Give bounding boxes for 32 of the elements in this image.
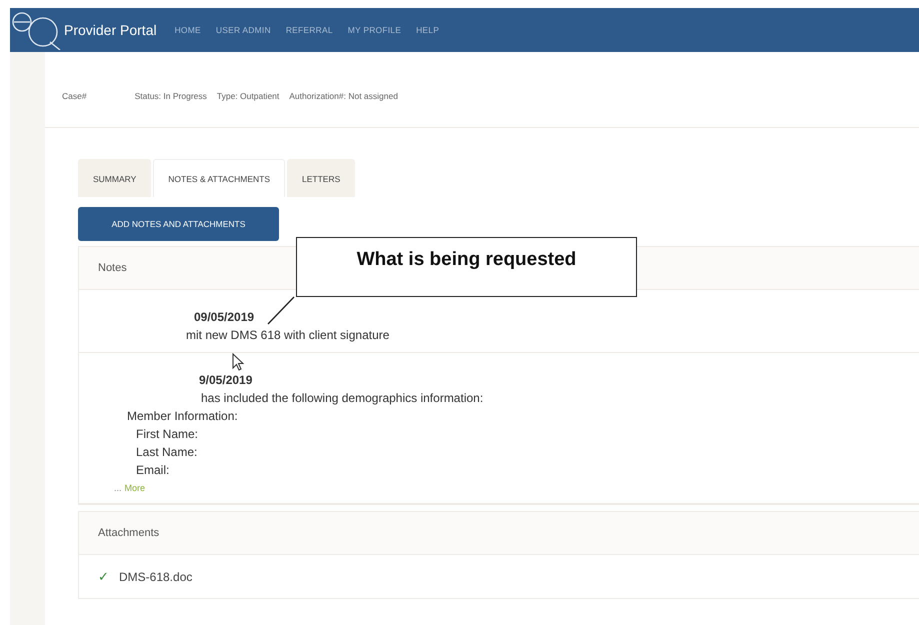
brand-title: Provider Portal bbox=[64, 22, 157, 38]
tab[interactable]: LETTERS bbox=[287, 159, 356, 197]
tab[interactable]: SUMMARY bbox=[78, 159, 152, 197]
ellipsis: ... bbox=[114, 483, 122, 493]
note-text: has included the following demographics information: bbox=[201, 391, 484, 405]
note-text: Last Name: bbox=[136, 445, 198, 459]
nav-link[interactable]: HOME bbox=[174, 25, 201, 35]
more-link[interactable]: More bbox=[124, 483, 146, 493]
note-text: First Name: bbox=[136, 427, 198, 441]
case-field: Case# bbox=[62, 91, 87, 101]
case-field: Status: In Progress bbox=[134, 91, 207, 101]
nav-link[interactable]: HELP bbox=[416, 25, 440, 35]
note-date: 9/05/2019 bbox=[199, 373, 252, 387]
note-date: 09/05/2019 bbox=[194, 310, 254, 324]
nav-link[interactable]: USER ADMIN bbox=[216, 25, 271, 35]
nav-link[interactable]: MY PROFILE bbox=[348, 25, 402, 35]
check-icon: ✓ bbox=[98, 569, 109, 584]
callout-box: What is being requested bbox=[296, 237, 637, 297]
note-text: mit new DMS 618 with client signature bbox=[186, 328, 390, 342]
case-field: Type: Outpatient bbox=[216, 91, 280, 101]
attachment-link[interactable]: DMS-618.doc bbox=[119, 570, 192, 584]
case-field: Authorization#: Not assigned bbox=[289, 91, 398, 101]
note-text: Member Information: bbox=[127, 409, 238, 423]
nav-link[interactable]: REFERRAL bbox=[286, 25, 333, 35]
leader-line bbox=[266, 296, 296, 326]
panel-title: Attachments bbox=[98, 527, 160, 539]
cursor-icon bbox=[232, 353, 246, 373]
add-notes-button[interactable]: ADD NOTES AND ATTACHMENTS bbox=[78, 207, 279, 241]
tab[interactable]: NOTES & ATTACHMENTS bbox=[153, 159, 285, 197]
note-text: Email: bbox=[136, 463, 170, 477]
panel-title: Notes bbox=[98, 262, 127, 274]
logo-icon bbox=[10, 10, 62, 50]
